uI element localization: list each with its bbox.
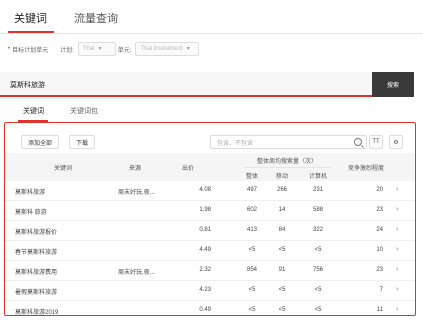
cell-mobile: <5 xyxy=(278,247,286,253)
top-tab-bar: 关键词 流量查询 xyxy=(0,0,423,34)
chevron-down-icon: ▼ xyxy=(97,46,103,52)
table-header: 关键词 来源 出价 整体周均搜索量（次） 整体 移动 计算机 竞争激烈程度 xyxy=(5,153,415,181)
bullet-icon: • xyxy=(8,46,11,52)
cell-comp: 23 xyxy=(376,207,383,213)
cell-overall: 497 xyxy=(246,187,257,193)
plan-label: 计划: xyxy=(60,47,74,54)
tab-keywords[interactable]: 关键词 xyxy=(14,10,47,26)
cell-pc: 756 xyxy=(312,267,323,273)
header-weekly-search-volume: 整体周均搜索量（次） xyxy=(256,159,317,165)
cell-mobile: <5 xyxy=(278,307,286,313)
cell-mobile: <5 xyxy=(278,287,286,293)
cell-source: 周末好玩,夜... xyxy=(118,270,155,276)
cell-mobile: 91 xyxy=(278,267,286,273)
search-input-value: 莫斯科旅游 xyxy=(10,82,45,89)
table-row[interactable]: 莫斯科旅游费用 周末好玩,夜... 2.32 854 91 756 23 › xyxy=(5,261,415,281)
keyword-results-panel: 添加全部 下载 包含、不包含 TT ⚙ 关键词 来源 出价 整体周均搜索量（次）… xyxy=(4,122,416,316)
text-size-icon[interactable]: TT xyxy=(369,135,383,149)
cell-pc: 588 xyxy=(312,207,323,213)
search-icon[interactable] xyxy=(354,138,362,146)
add-all-button[interactable]: 添加全部 xyxy=(21,135,59,149)
cell-keyword[interactable]: 莫斯科 旅游 xyxy=(15,207,47,216)
header-pc: 计算机 xyxy=(308,174,327,180)
cell-comp: 24 xyxy=(376,227,383,233)
table-row[interactable]: 暑假莫斯科旅游 4.23 <5 <5 <5 7 › xyxy=(5,281,415,301)
cell-bid: 4.49 xyxy=(199,247,211,253)
sub-tab-bar: 关键词 关键词包 xyxy=(0,100,423,122)
cell-source: 周末好玩,夜... xyxy=(118,190,155,196)
chevron-right-icon[interactable]: › xyxy=(396,246,398,253)
gear-icon[interactable]: ⚙ xyxy=(389,135,403,149)
table-row[interactable]: 莫斯科旅游2019 0.49 <5 <5 <5 11 › xyxy=(5,301,415,315)
cell-overall: 413 xyxy=(246,227,257,233)
header-keyword: 关键词 xyxy=(53,166,72,172)
cell-pc: <5 xyxy=(314,287,322,293)
cell-keyword[interactable]: 春节莫斯科旅游 xyxy=(15,247,57,256)
cell-mobile: 84 xyxy=(278,227,286,233)
header-overall: 整体 xyxy=(245,174,258,180)
keyword-search-input[interactable]: 莫斯科旅游 xyxy=(0,72,372,97)
cell-keyword[interactable]: 莫斯科旅游 xyxy=(15,187,45,196)
cell-bid: 4.08 xyxy=(199,187,211,193)
cell-comp: 20 xyxy=(376,187,383,193)
cell-bid: 2.32 xyxy=(199,267,211,273)
header-competition: 竞争激烈程度 xyxy=(347,166,384,172)
plan-select[interactable]: Thai ▼ xyxy=(77,42,116,56)
cell-pc: <5 xyxy=(314,307,322,313)
table-row[interactable]: 莫斯科旅游报价 0.81 413 84 322 24 › xyxy=(5,221,415,241)
header-mobile: 移动 xyxy=(275,174,288,180)
cell-pc: <5 xyxy=(314,247,322,253)
table-row[interactable]: 莫斯科旅游 周末好玩,夜... 4.08 497 266 231 20 › xyxy=(5,181,415,201)
cell-overall: <5 xyxy=(248,247,256,253)
target-filter-row: • 目标计划单元 计划: Thai ▼ 单元: Thai investment … xyxy=(8,41,200,57)
cell-pc: 231 xyxy=(312,187,323,193)
cell-comp: 7 xyxy=(379,287,383,293)
subtab-keywords[interactable]: 关键词 xyxy=(23,106,44,116)
cell-keyword[interactable]: 暑假莫斯科旅游 xyxy=(15,287,57,296)
download-button[interactable]: 下载 xyxy=(69,135,95,149)
cell-comp: 10 xyxy=(376,247,383,253)
cell-bid: 0.49 xyxy=(199,307,211,313)
tab-traffic-query[interactable]: 流量查询 xyxy=(74,10,118,26)
target-unit-label: 目标计划单元 xyxy=(12,47,49,54)
cell-overall: 854 xyxy=(246,267,257,273)
include-exclude-filter-input[interactable]: 包含、不包含 xyxy=(210,135,367,149)
cell-comp: 11 xyxy=(376,307,383,313)
cell-bid: 4.23 xyxy=(199,287,211,293)
table-row[interactable]: 莫斯科 旅游 1.98 602 14 588 23 › xyxy=(5,201,415,221)
chevron-right-icon[interactable]: › xyxy=(396,266,398,273)
subtab-keyword-packages[interactable]: 关键词包 xyxy=(70,106,98,116)
cell-overall: 602 xyxy=(246,207,257,213)
cell-bid: 1.98 xyxy=(199,207,211,213)
unit-label: 单元: xyxy=(117,47,132,54)
active-tab-indicator xyxy=(8,31,54,33)
search-button[interactable]: 搜索 xyxy=(372,72,414,97)
chevron-right-icon[interactable]: › xyxy=(396,286,398,293)
chevron-down-icon: ▼ xyxy=(185,46,191,52)
chevron-right-icon[interactable]: › xyxy=(396,306,398,313)
cell-overall: <5 xyxy=(248,287,256,293)
unit-select[interactable]: Thai investment ▼ xyxy=(135,42,200,56)
cell-comp: 23 xyxy=(376,267,383,273)
cell-overall: <5 xyxy=(248,307,256,313)
header-source: 来源 xyxy=(128,166,141,172)
chevron-right-icon[interactable]: › xyxy=(396,226,398,233)
cell-bid: 0.81 xyxy=(199,227,211,233)
cell-mobile: 266 xyxy=(276,187,287,193)
header-bid: 出价 xyxy=(181,166,194,172)
header-divider xyxy=(243,167,331,168)
cell-keyword[interactable]: 莫斯科旅游报价 xyxy=(15,227,57,236)
cell-keyword[interactable]: 莫斯科旅游费用 xyxy=(15,267,57,276)
cell-mobile: 14 xyxy=(278,207,286,213)
chevron-right-icon[interactable]: › xyxy=(396,186,398,193)
cell-pc: 322 xyxy=(312,227,323,233)
cell-keyword[interactable]: 莫斯科旅游2019 xyxy=(15,307,58,315)
table-row[interactable]: 春节莫斯科旅游 4.49 <5 <5 <5 10 › xyxy=(5,241,415,261)
chevron-right-icon[interactable]: › xyxy=(396,206,398,213)
